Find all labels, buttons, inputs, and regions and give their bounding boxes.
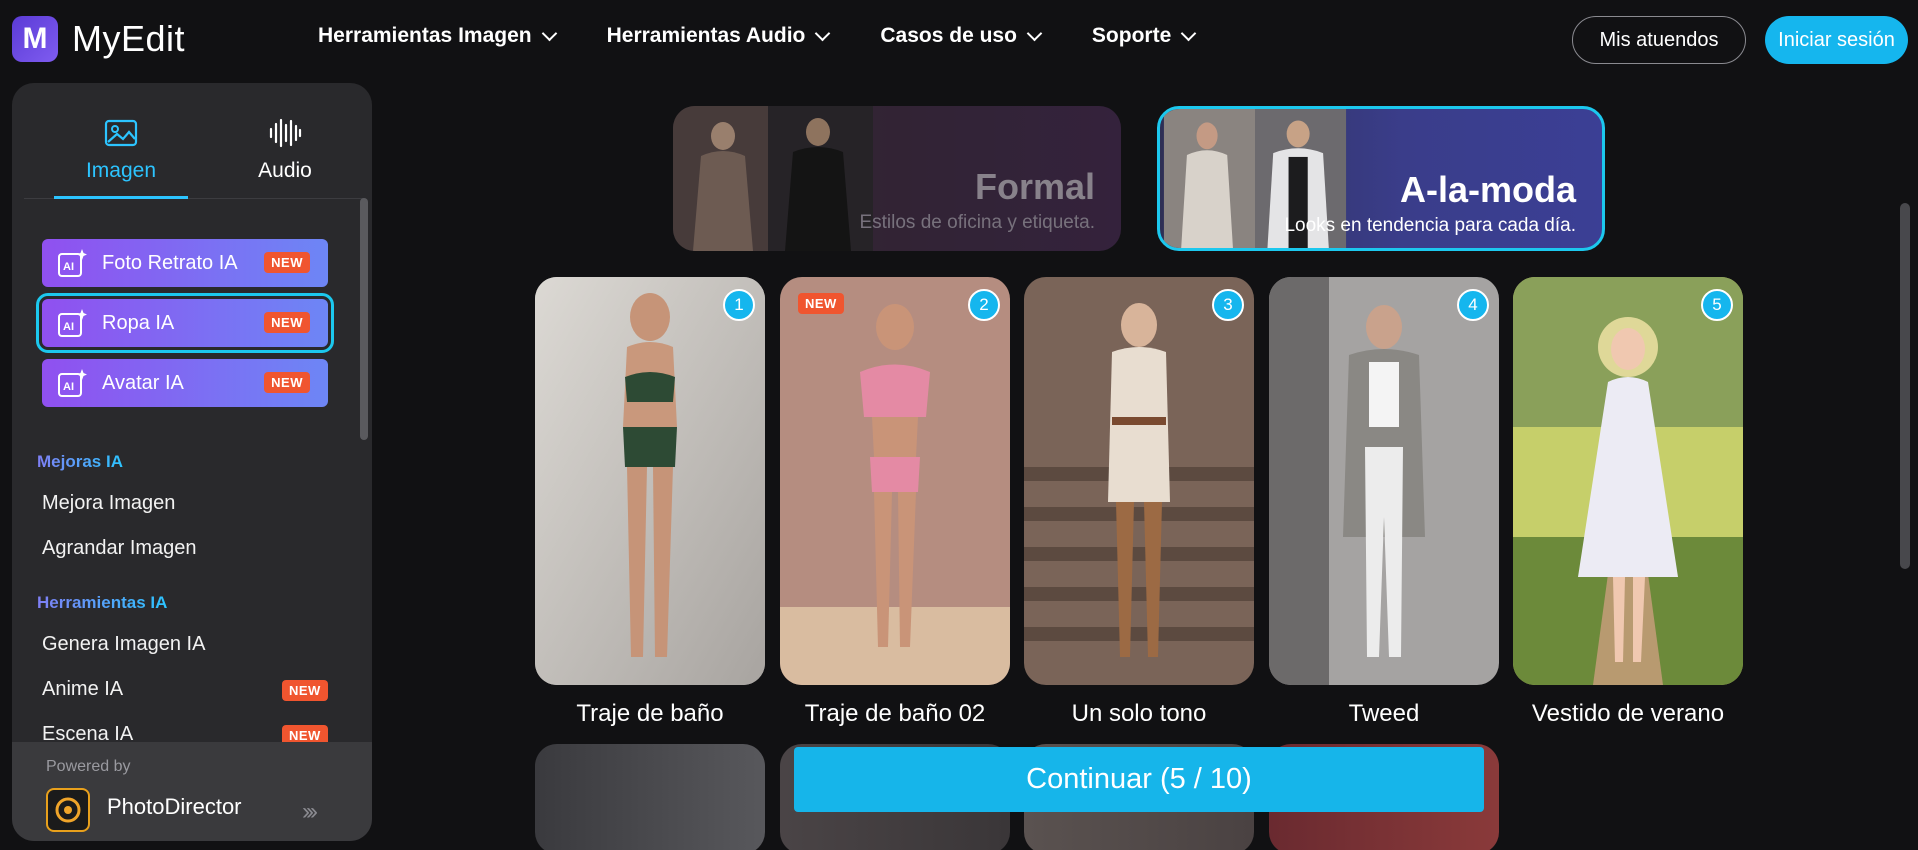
- ai-tool-label: Avatar IA: [102, 371, 184, 394]
- sidebar-item-ai-portrait[interactable]: AI Foto Retrato IA NEW: [42, 239, 328, 287]
- outfit-label: Vestido de verano: [1531, 700, 1725, 727]
- ai-sparkle-icon: AI: [58, 249, 87, 277]
- powered-by-footer[interactable]: Powered by PhotoDirector ›››: [12, 742, 372, 841]
- style-card-trendy[interactable]: A-la-moda Looks en tendencia para cada d…: [1157, 106, 1605, 251]
- sidebar-item-enlarge-image[interactable]: Agrandar Imagen: [42, 537, 197, 560]
- sidebar-item-anime-ai[interactable]: Anime IA: [42, 678, 123, 701]
- nav-label: Herramientas Imagen: [318, 24, 532, 47]
- sidebar-item-ai-clothes[interactable]: AI Ropa IA NEW: [36, 293, 334, 353]
- svg-text:AI: AI: [63, 261, 74, 273]
- sidebar-item-generate-image[interactable]: Genera Imagen IA: [42, 633, 205, 656]
- section-heading-ai-tools: Herramientas IA: [37, 593, 168, 612]
- outfit-label: Tweed: [1348, 700, 1420, 727]
- selection-number-badge: 1: [723, 289, 755, 321]
- nav-audio-tools[interactable]: Herramientas Audio: [606, 24, 831, 48]
- top-navigation: M MyEdit Herramientas Imagen Herramienta…: [0, 0, 1918, 82]
- outfit-card-summer-dress[interactable]: 5: [1513, 277, 1743, 685]
- logo-mark-icon: M: [12, 16, 58, 62]
- nav-support[interactable]: Soporte: [1091, 24, 1197, 48]
- outfit-photo: [1024, 277, 1254, 685]
- brand-name: MyEdit: [72, 18, 186, 59]
- tab-label: Audio: [258, 159, 312, 182]
- audio-waveform-icon: [269, 118, 302, 148]
- powered-by-text: Powered by: [46, 758, 131, 775]
- sidebar-item-ai-avatar[interactable]: AI Avatar IA NEW: [42, 359, 328, 407]
- outfit-card-tweed[interactable]: 4: [1269, 277, 1499, 685]
- new-badge: NEW: [264, 252, 310, 273]
- login-button[interactable]: Iniciar sesión: [1765, 16, 1908, 64]
- selection-number-badge: 2: [968, 289, 1000, 321]
- selection-number-badge: 5: [1701, 289, 1733, 321]
- chevron-down-icon: [1180, 25, 1197, 41]
- my-outfits-button[interactable]: Mis atuendos: [1572, 16, 1746, 64]
- style-title: A-la-moda: [1399, 169, 1576, 210]
- outfit-card-monochrome[interactable]: 3: [1024, 277, 1254, 685]
- main-nav: Herramientas Imagen Herramientas Audio C…: [318, 24, 1246, 48]
- outfit-card-swimsuit[interactable]: 1: [535, 277, 765, 685]
- main-scrollbar[interactable]: [1900, 203, 1910, 569]
- svg-text:AI: AI: [63, 321, 74, 333]
- outfit-label: Un solo tono: [1071, 700, 1207, 727]
- nav-label: Casos de uso: [880, 24, 1017, 47]
- sidebar-item-enhance-image[interactable]: Mejora Imagen: [42, 492, 175, 515]
- chevrons-right-icon: ›››: [302, 798, 318, 825]
- style-subtitle: Looks en tendencia para cada día.: [1284, 215, 1576, 236]
- svg-text:AI: AI: [63, 381, 74, 393]
- photodirector-logo-icon: [46, 788, 90, 832]
- ai-tool-label: Ropa IA: [102, 311, 175, 334]
- selection-number-badge: 3: [1212, 289, 1244, 321]
- outfit-photo: [535, 277, 765, 685]
- selection-number-badge: 4: [1457, 289, 1489, 321]
- outfit-photo: [780, 277, 1010, 685]
- outfit-label: Traje de baño: [576, 700, 724, 727]
- tab-audio[interactable]: Audio: [218, 103, 352, 199]
- sidebar-scrollbar[interactable]: [360, 198, 368, 440]
- outfit-photo: [1269, 277, 1499, 685]
- outfit-label: Traje de baño 02: [804, 700, 986, 727]
- chevron-down-icon: [815, 25, 831, 41]
- image-icon: [104, 119, 138, 147]
- tab-image[interactable]: Imagen: [54, 103, 188, 199]
- tab-label: Imagen: [85, 159, 157, 182]
- outfit-card-swimsuit-02[interactable]: NEW 2: [780, 277, 1010, 685]
- nav-label: Soporte: [1091, 24, 1172, 47]
- ai-sparkle-icon: AI: [58, 309, 87, 337]
- chevron-down-icon: [541, 25, 557, 41]
- nav-label: Herramientas Audio: [606, 24, 806, 47]
- style-title: Formal: [974, 166, 1095, 207]
- outfit-photo: [1513, 277, 1743, 685]
- section-heading-ai-enhance: Mejoras IA: [37, 452, 123, 471]
- style-subtitle: Estilos de oficina y etiqueta.: [859, 212, 1095, 233]
- sidebar-tabs: Imagen Audio: [24, 103, 364, 199]
- outfit-card-partial[interactable]: [535, 744, 765, 850]
- nav-use-cases[interactable]: Casos de uso: [880, 24, 1043, 48]
- continue-button[interactable]: Continuar (5 / 10): [794, 747, 1484, 812]
- ai-sparkle-icon: AI: [58, 369, 87, 397]
- ai-tool-label: Foto Retrato IA: [102, 251, 238, 274]
- new-badge: NEW: [264, 372, 310, 393]
- nav-image-tools[interactable]: Herramientas Imagen: [318, 24, 557, 48]
- new-badge: NEW: [282, 680, 328, 701]
- formal-models-photo: [673, 106, 873, 251]
- brand-logo[interactable]: M MyEdit: [12, 16, 185, 62]
- new-badge: NEW: [798, 293, 844, 314]
- style-card-formal[interactable]: Formal Estilos de oficina y etiqueta.: [673, 106, 1121, 251]
- tools-sidebar: Imagen Audio AI Foto Retrato IA NEW AI R…: [12, 83, 372, 841]
- new-badge: NEW: [264, 312, 310, 333]
- photodirector-name: PhotoDirector: [107, 794, 242, 819]
- chevron-down-icon: [1026, 25, 1043, 41]
